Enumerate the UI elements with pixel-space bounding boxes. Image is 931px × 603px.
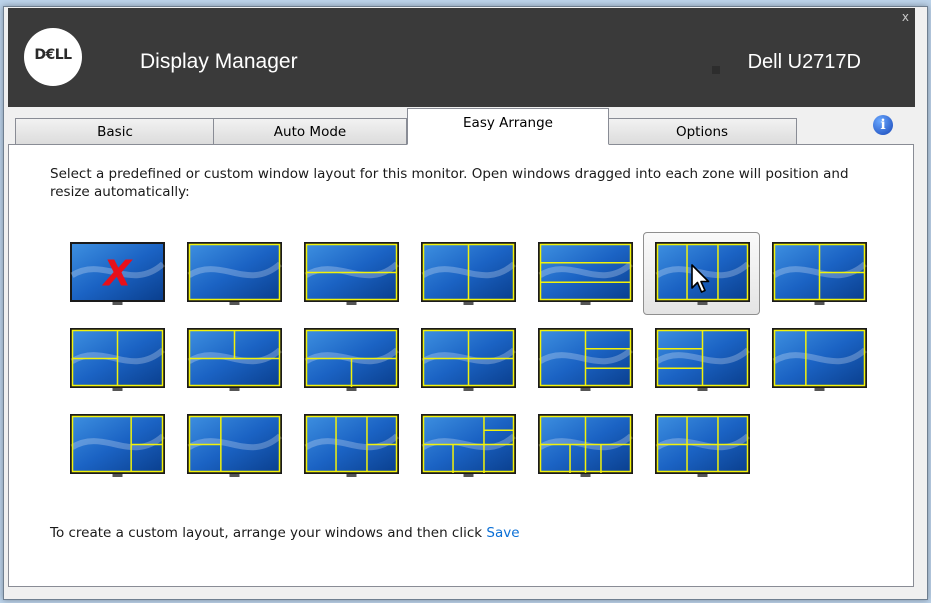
- layout-none[interactable]: X: [70, 242, 167, 305]
- layout-narrow-left-2-right-large[interactable]: [187, 414, 284, 477]
- layout-grid-4-wide[interactable]: [655, 414, 752, 477]
- tab-auto-mode[interactable]: Auto Mode: [213, 118, 407, 144]
- dell-logo: D€LL: [24, 28, 82, 86]
- instructions-text: Select a predefined or custom window lay…: [50, 166, 849, 200]
- layout-top-large-bottom-2[interactable]: [304, 328, 401, 391]
- save-link[interactable]: Save: [486, 525, 519, 541]
- monitor-indicator: [712, 66, 720, 74]
- svg-text:X: X: [102, 254, 134, 295]
- footer-instruction: To create a custom layout, arrange your …: [50, 525, 487, 541]
- layout-left-large-right-2[interactable]: [772, 242, 869, 305]
- layout-2-vertical[interactable]: [421, 242, 518, 305]
- layout-3-horizontal[interactable]: [538, 242, 635, 305]
- tab-options[interactable]: Options: [607, 118, 797, 144]
- layout-left-3-right-large[interactable]: [655, 328, 752, 391]
- tab-bar: Basic Auto Mode Easy Arrange Options: [15, 108, 805, 145]
- layout-left-large-right-3[interactable]: [538, 328, 635, 391]
- layout-wide-left-right[interactable]: [772, 328, 869, 391]
- tab-basic[interactable]: Basic: [15, 118, 215, 144]
- title-bar: D€LL Display Manager Dell U2717D x: [8, 8, 915, 107]
- layout-4-grid[interactable]: [421, 328, 518, 391]
- app-title: Display Manager: [140, 50, 298, 73]
- close-button[interactable]: x: [902, 10, 909, 24]
- layout-top-2-bottom-large[interactable]: [187, 328, 284, 391]
- layout-grid-5[interactable]: [421, 414, 518, 477]
- footer-text: To create a custom layout, arrange your …: [50, 525, 520, 541]
- layout-grid-6[interactable]: [538, 414, 635, 477]
- tab-easy-arrange[interactable]: Easy Arrange: [407, 108, 609, 145]
- layout-narrow-left-mid-right-2[interactable]: [304, 414, 401, 477]
- layout-left-large-right-narrow-2[interactable]: [70, 414, 167, 477]
- layout-2-horizontal[interactable]: [304, 242, 401, 305]
- dell-logo-text: D€LL: [34, 47, 72, 63]
- monitor-name: Dell U2717D: [747, 51, 861, 73]
- info-icon[interactable]: i: [873, 115, 893, 135]
- mouse-pointer-icon: [691, 264, 710, 293]
- layout-full[interactable]: [187, 242, 284, 305]
- layout-left-2-right-large[interactable]: [70, 328, 167, 391]
